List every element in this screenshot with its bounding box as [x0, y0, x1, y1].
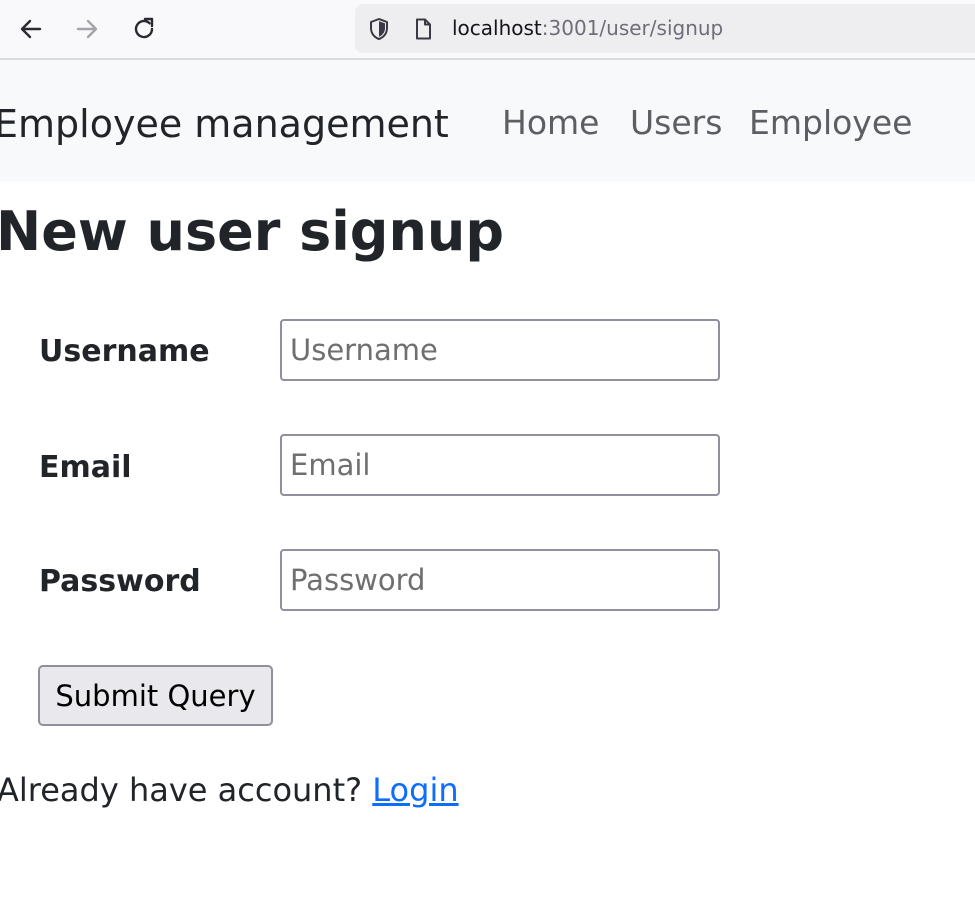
arrow-left-icon: [20, 19, 42, 39]
username-label: Username: [39, 334, 210, 369]
email-label: Email: [39, 450, 132, 485]
password-label: Password: [39, 564, 201, 599]
shield-icon[interactable]: [367, 17, 391, 41]
nav-link-users[interactable]: Users: [630, 101, 722, 145]
arrow-right-icon: [76, 19, 98, 39]
submit-button[interactable]: Submit Query: [38, 665, 273, 726]
url-path: :3001/user/signup: [541, 16, 724, 40]
navbar-brand[interactable]: Employee management: [0, 100, 449, 148]
password-input[interactable]: [280, 549, 720, 611]
browser-toolbar: localhost:3001/user/signup: [0, 0, 975, 60]
url-text[interactable]: localhost:3001/user/signup: [452, 16, 723, 40]
login-prompt: Already have account? Login: [0, 768, 459, 812]
login-link[interactable]: Login: [372, 771, 458, 809]
url-bar[interactable]: localhost:3001/user/signup: [355, 4, 975, 53]
url-host: localhost: [452, 16, 542, 40]
page-icon[interactable]: [411, 17, 435, 41]
username-input[interactable]: [280, 319, 720, 381]
reload-button[interactable]: [127, 12, 161, 46]
login-prompt-text: Already have account?: [0, 771, 373, 809]
forward-button[interactable]: [70, 12, 104, 46]
nav-link-employee[interactable]: Employee: [749, 101, 912, 145]
nav-link-home[interactable]: Home: [502, 101, 599, 145]
reload-icon: [134, 17, 154, 39]
back-button[interactable]: [14, 12, 48, 46]
site-navbar: Employee management Home Users Employee: [0, 60, 975, 182]
email-input[interactable]: [280, 434, 720, 496]
page-title: New user signup: [0, 200, 504, 263]
